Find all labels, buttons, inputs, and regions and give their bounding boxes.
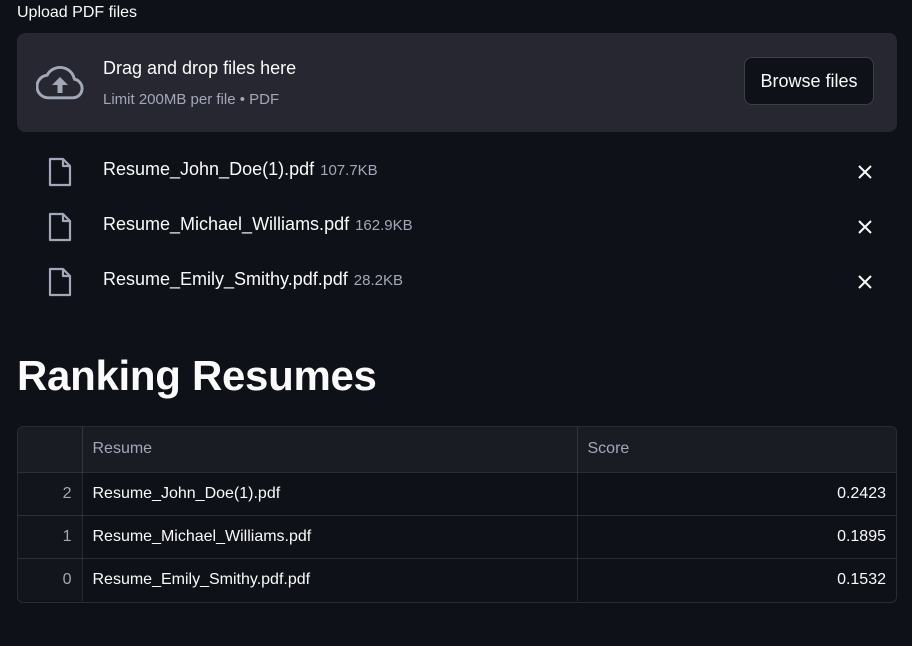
uploaded-file-item: Resume_Emily_Smithy.pdf.pdf 28.2KB (17, 254, 897, 309)
uploaded-file-item: Resume_Michael_Williams.pdf 162.9KB (17, 199, 897, 254)
uploaded-file-name: Resume_Michael_Williams.pdf 162.9KB (103, 214, 413, 235)
table-header-row: Resume Score (18, 427, 896, 473)
close-icon (858, 165, 872, 179)
row-index: 0 (18, 558, 83, 601)
table-row: 0 Resume_Emily_Smithy.pdf.pdf 0.1532 (18, 558, 896, 601)
file-name-text: Resume_Emily_Smithy.pdf.pdf (103, 269, 348, 289)
dropzone-limit-text: Limit 200MB per file • PDF (103, 91, 280, 108)
resume-cell[interactable]: Resume_Michael_Williams.pdf (82, 515, 578, 559)
file-icon (48, 157, 72, 187)
remove-file-button[interactable] (851, 268, 879, 296)
file-icon (48, 267, 72, 297)
table-row: 2 Resume_John_Doe(1).pdf 0.2423 (18, 472, 896, 516)
file-size: 107.7KB (320, 162, 378, 179)
resume-column-header[interactable]: Resume (82, 427, 578, 473)
browse-files-button[interactable]: Browse files (744, 57, 874, 105)
file-name-text: Resume_John_Doe(1).pdf (103, 159, 315, 179)
ranking-title: Ranking Resumes (17, 352, 377, 399)
uploaded-file-name: Resume_Emily_Smithy.pdf.pdf 28.2KB (103, 269, 403, 290)
resume-cell[interactable]: Resume_Emily_Smithy.pdf.pdf (82, 558, 578, 601)
uploaded-file-list: Resume_John_Doe(1).pdf 107.7KB Resume_Mic… (17, 144, 897, 309)
index-column-header (18, 427, 83, 473)
uploaded-file-name: Resume_John_Doe(1).pdf 107.7KB (103, 159, 378, 180)
row-index: 1 (18, 515, 83, 559)
file-icon (48, 212, 72, 242)
row-index: 2 (18, 472, 83, 516)
score-cell[interactable]: 0.2423 (577, 472, 896, 516)
resume-cell[interactable]: Resume_John_Doe(1).pdf (82, 472, 578, 516)
table-row: 1 Resume_Michael_Williams.pdf 0.1895 (18, 515, 896, 559)
close-icon (858, 275, 872, 289)
score-cell[interactable]: 0.1532 (577, 558, 896, 601)
ranking-table[interactable]: Resume Score 2 Resume_John_Doe(1).pdf 0.… (17, 426, 897, 603)
file-size: 162.9KB (355, 217, 413, 234)
close-icon (858, 220, 872, 234)
file-dropzone[interactable]: Drag and drop files here Limit 200MB per… (17, 33, 897, 132)
file-size: 28.2KB (353, 272, 403, 289)
score-column-header[interactable]: Score (577, 427, 896, 473)
cloud-upload-icon (36, 65, 84, 100)
score-cell[interactable]: 0.1895 (577, 515, 896, 559)
remove-file-button[interactable] (851, 158, 879, 186)
uploaded-file-item: Resume_John_Doe(1).pdf 107.7KB (17, 144, 897, 199)
remove-file-button[interactable] (851, 213, 879, 241)
uploader-label: Upload PDF files (17, 4, 138, 21)
file-name-text: Resume_Michael_Williams.pdf (103, 214, 350, 234)
dropzone-title: Drag and drop files here (103, 58, 297, 78)
